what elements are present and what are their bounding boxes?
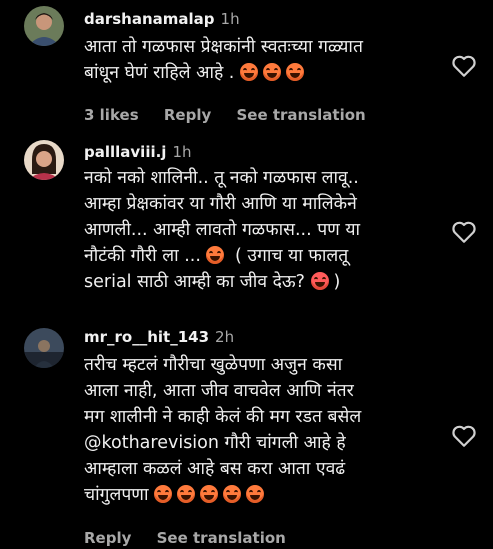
- comment-text: आता तो गळफास प्रेक्षकांनी स्वतःच्या गळ्य…: [84, 34, 434, 86]
- comment-actions: Reply See translation: [84, 529, 306, 547]
- comment-line: आम्हाला कळलं आहे बस करा आता एवढं: [84, 459, 346, 479]
- laughing-emoji-icon: [262, 63, 281, 81]
- comment-text: नको नको शालिनी.. तू नको गळफास लावू.. आम्…: [84, 165, 434, 295]
- laughing-emoji-icon: [200, 485, 219, 503]
- laughing-emoji-icon: [285, 63, 304, 81]
- heart-outline-icon[interactable]: [451, 220, 477, 244]
- comment-actions: 3 likes Reply See translation: [84, 106, 386, 124]
- comment-time: 1h: [220, 10, 240, 28]
- reply-button[interactable]: Reply: [164, 106, 211, 124]
- heart-outline-icon[interactable]: [451, 424, 477, 448]
- avatar-darshanamalap[interactable]: [24, 6, 64, 46]
- see-translation-button[interactable]: See translation: [236, 106, 365, 124]
- comment-line: नौटंकी गौरी ला ... ( उगाच या फालतू: [84, 246, 349, 266]
- comment-text: तरीच म्हटलं गौरीचा खुळेपणा अजुन कसा आला …: [84, 352, 434, 508]
- comment-line: तरीच म्हटलं गौरीचा खुळेपणा अजुन कसा: [84, 355, 343, 375]
- laughing-emoji-icon: [223, 485, 242, 503]
- reply-button[interactable]: Reply: [84, 529, 131, 547]
- comment-time: 2h: [215, 328, 235, 346]
- comment-username[interactable]: mr_ro__hit_143 2h: [84, 328, 234, 346]
- laughing-emoji-icon: [154, 485, 173, 503]
- comment-username[interactable]: darshanamalap 1h: [84, 10, 240, 28]
- laughing-emoji-icon: [177, 485, 196, 503]
- comment-time: 1h: [172, 143, 192, 161]
- comment-line: बांधून घेणं राहिले आहे .: [84, 60, 434, 86]
- avatar-palllaviii[interactable]: [24, 140, 64, 180]
- avatar-mr-ro-hit[interactable]: [24, 328, 64, 368]
- comment-line: आता तो गळफास प्रेक्षकांनी स्वतःच्या गळ्य…: [84, 37, 363, 57]
- heart-outline-icon[interactable]: [451, 54, 477, 78]
- comment-line: मग शालीनी ने काही केलं की मग रडत बसेल: [84, 407, 362, 427]
- comment-line: चांगुलपणा: [84, 482, 434, 508]
- tongue-emoji-icon: [310, 272, 329, 290]
- comment-line: नको नको शालिनी.. तू नको गळफास लावू..: [84, 168, 359, 188]
- likes-count[interactable]: 3 likes: [84, 106, 139, 124]
- comment-username[interactable]: palllaviii.j 1h: [84, 143, 192, 161]
- comment-line: आणली... आम्ही लावतो गळफास... पण या: [84, 220, 361, 240]
- comment-line: @kotharevision गौरी चांगली आहे हे: [84, 433, 346, 453]
- see-translation-button[interactable]: See translation: [157, 529, 286, 547]
- comment-line: serial साठी आम्ही का जीव देऊ? ): [84, 272, 341, 292]
- laughing-emoji-icon: [246, 485, 265, 503]
- laughing-emoji-icon: [206, 246, 225, 264]
- comment-line: आला नाही, आता जीव वाचवेल आणि नंतर: [84, 381, 354, 401]
- laughing-emoji-icon: [239, 63, 258, 81]
- comment-line: आम्हा प्रेक्षकांवर या गौरी आणि या मालिके…: [84, 194, 357, 214]
